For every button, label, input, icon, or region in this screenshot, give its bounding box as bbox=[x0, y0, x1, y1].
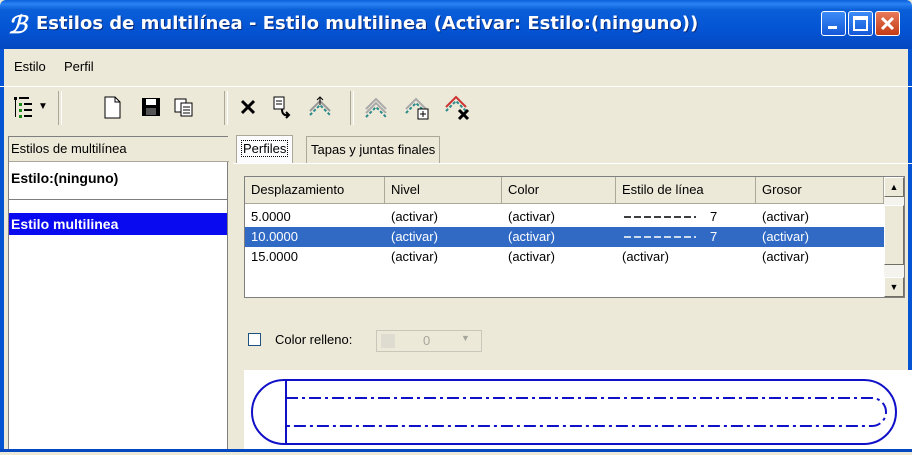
fill-color-value: 0 bbox=[423, 333, 431, 348]
cell-estilo-linea: (activar) bbox=[622, 249, 669, 264]
fill-color-select[interactable]: 0 ▼ bbox=[376, 330, 482, 352]
scroll-up-icon[interactable]: ▲ bbox=[884, 177, 904, 197]
cell-nivel: (activar) bbox=[391, 229, 438, 244]
menu-bar: Estilo Perfil bbox=[0, 53, 912, 83]
multiline-preview bbox=[244, 370, 912, 452]
multiline-styles-list: Estilos de multilínea Estilo:(ninguno) E… bbox=[8, 136, 229, 452]
tab-tapas-juntas[interactable]: Tapas y juntas finales bbox=[306, 136, 441, 163]
cell-nivel: (activar) bbox=[391, 209, 438, 224]
multiline-icon[interactable] bbox=[362, 93, 390, 121]
cell-desplazamiento: 15.0000 bbox=[251, 249, 298, 264]
cell-estilo-linea: 7 bbox=[616, 207, 717, 227]
table-row-selected[interactable]: 10.0000 (activar) (activar) 7 (activar) bbox=[245, 227, 884, 247]
cell-grosor: (activar) bbox=[762, 249, 809, 264]
window-title: Estilos de multilínea - Estilo multiline… bbox=[36, 13, 699, 34]
delete-icon[interactable] bbox=[234, 93, 262, 121]
dashed-line-style-icon bbox=[624, 216, 696, 218]
tab-perfiles[interactable]: Perfiles bbox=[236, 135, 294, 164]
add-multiline-icon[interactable] bbox=[404, 93, 432, 121]
cell-grosor: (activar) bbox=[762, 229, 809, 244]
cell-color: (activar) bbox=[508, 249, 555, 264]
list-item-selected-style[interactable]: Estilo multilinea bbox=[9, 213, 227, 235]
upload-lines-icon[interactable] bbox=[306, 93, 334, 121]
toolbar-separator bbox=[58, 91, 62, 125]
maximize-button[interactable] bbox=[848, 11, 873, 36]
scroll-down-icon[interactable]: ▼ bbox=[884, 277, 904, 297]
save-icon[interactable] bbox=[137, 93, 165, 121]
microstation-icon: ℬ bbox=[8, 10, 27, 39]
table-header: Desplazamiento Nivel Color Estilo de lín… bbox=[245, 177, 884, 204]
close-button[interactable] bbox=[875, 11, 900, 36]
column-header-grosor[interactable]: Grosor bbox=[756, 177, 884, 203]
menu-perfil[interactable]: Perfil bbox=[64, 59, 94, 74]
cell-color: (activar) bbox=[508, 209, 555, 224]
cell-nivel: (activar) bbox=[391, 249, 438, 264]
multiline-styles-window: ℬ Estilos de multilínea - Estilo multili… bbox=[0, 0, 912, 452]
table-row[interactable]: 5.0000 (activar) (activar) 7 (activar) bbox=[245, 207, 884, 227]
tree-view-icon[interactable] bbox=[10, 93, 38, 121]
column-header-estilo-linea[interactable]: Estilo de línea bbox=[616, 177, 756, 203]
title-bar[interactable]: ℬ Estilos de multilínea - Estilo multili… bbox=[0, 0, 912, 49]
cell-color: (activar) bbox=[508, 229, 555, 244]
profiles-table: Desplazamiento Nivel Color Estilo de lín… bbox=[244, 176, 905, 298]
cell-estilo-linea: 7 bbox=[616, 227, 717, 247]
table-row[interactable]: 15.0000 (activar) (activar) (activar) (a… bbox=[245, 247, 884, 267]
column-header-color[interactable]: Color bbox=[502, 177, 616, 203]
list-header[interactable]: Estilos de multilínea bbox=[9, 137, 229, 162]
toolbar-separator bbox=[350, 91, 354, 125]
copy-icon[interactable] bbox=[170, 93, 198, 121]
menu-estilo[interactable]: Estilo bbox=[14, 59, 46, 74]
list-divider bbox=[9, 199, 227, 200]
multiline-preview-drawing bbox=[251, 379, 897, 445]
minimize-button[interactable] bbox=[821, 11, 846, 36]
color-swatch bbox=[381, 334, 395, 348]
new-icon[interactable] bbox=[98, 93, 126, 121]
chevron-down-icon: ▼ bbox=[461, 333, 470, 343]
paste-icon[interactable] bbox=[268, 93, 296, 121]
column-header-desplazamiento[interactable]: Desplazamiento bbox=[245, 177, 385, 203]
cell-grosor: (activar) bbox=[762, 209, 809, 224]
toolbar-separator bbox=[224, 91, 228, 125]
dashed-line-style-icon bbox=[624, 236, 696, 238]
scroll-thumb[interactable] bbox=[884, 205, 904, 265]
fill-color-label: Color relleno: bbox=[275, 332, 353, 347]
fill-color-checkbox[interactable] bbox=[248, 333, 261, 346]
delete-multiline-icon[interactable] bbox=[444, 93, 472, 121]
list-item-active-style[interactable]: Estilo:(ninguno) bbox=[9, 167, 227, 189]
toolbar: ▼ bbox=[0, 86, 912, 131]
cell-desplazamiento: 10.0000 bbox=[251, 229, 298, 244]
dropdown-arrow-icon[interactable]: ▼ bbox=[36, 93, 50, 121]
column-header-nivel[interactable]: Nivel bbox=[385, 177, 502, 203]
table-scrollbar[interactable]: ▲ ▼ bbox=[884, 177, 904, 297]
cell-desplazamiento: 5.0000 bbox=[251, 209, 291, 224]
